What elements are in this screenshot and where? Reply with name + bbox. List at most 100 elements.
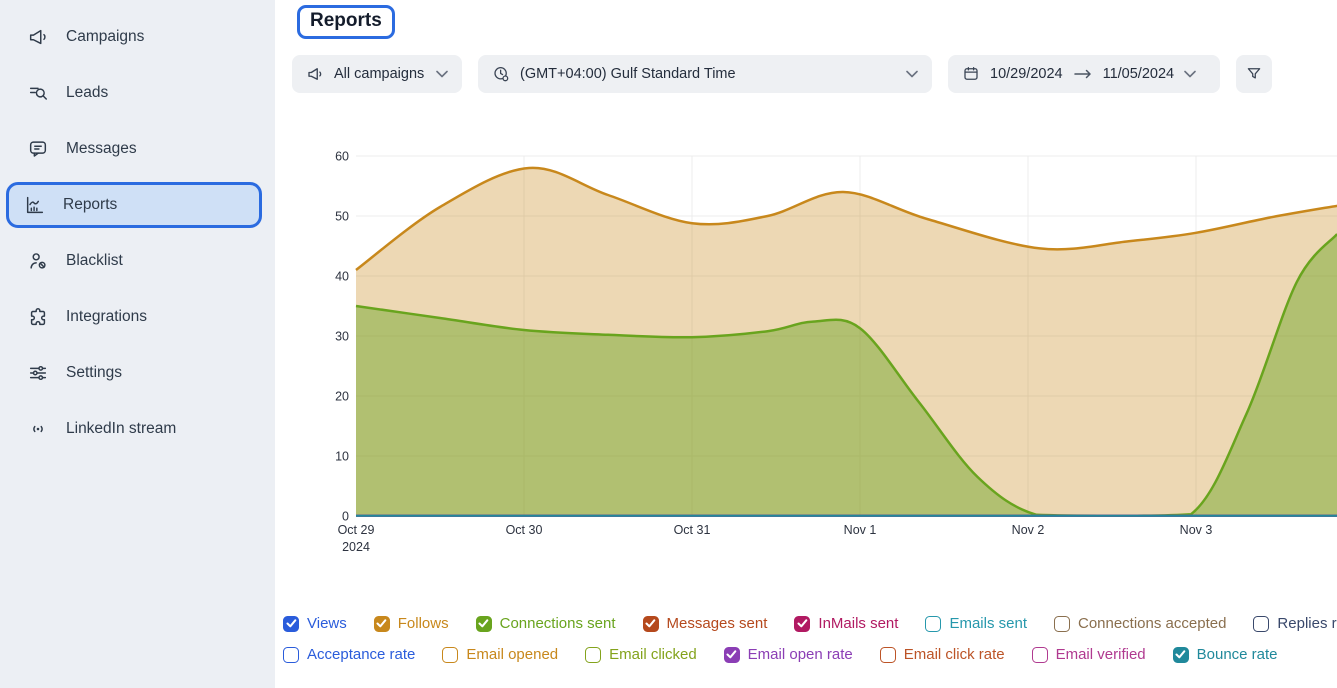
legend-checkbox[interactable]: [283, 616, 299, 632]
legend-item-email-open-rate[interactable]: Email open rate: [724, 646, 853, 663]
legend-row: Acceptance rate Email opened Email clicked…: [283, 646, 1337, 663]
legend-label: Email clicked: [609, 646, 697, 663]
sidebar-item-campaigns[interactable]: Campaigns: [0, 9, 275, 65]
legend-label: Follows: [398, 615, 449, 632]
legend-checkbox[interactable]: [643, 616, 659, 632]
sidebar-item-label: LinkedIn stream: [66, 420, 176, 438]
legend-item-replies-received[interactable]: Replies received: [1253, 615, 1337, 632]
legend-item-views[interactable]: Views: [283, 615, 347, 632]
sidebar-item-label: Integrations: [66, 308, 147, 326]
legend-checkbox[interactable]: [880, 647, 896, 663]
legend-checkbox[interactable]: [794, 616, 810, 632]
leads-search-icon: [27, 82, 49, 104]
legend-item-email-clicked[interactable]: Email clicked: [585, 646, 697, 663]
legend-label: Email verified: [1056, 646, 1146, 663]
legend-item-email-verified[interactable]: Email verified: [1032, 646, 1146, 663]
sidebar-item-blacklist[interactable]: Blacklist: [0, 233, 275, 289]
filter-funnel-button[interactable]: [1236, 55, 1272, 93]
y-tick-label: 40: [335, 270, 349, 284]
chart-svg: 0102030405060Oct 292024Oct 30Oct 31Nov 1…: [275, 140, 1337, 570]
puzzle-icon: [27, 306, 49, 328]
legend-item-messages-sent[interactable]: Messages sent: [643, 615, 768, 632]
y-tick-label: 0: [342, 510, 349, 524]
megaphone-icon: [306, 65, 324, 83]
legend-checkbox[interactable]: [1173, 647, 1189, 663]
timezone-label: (GMT+04:00) Gulf Standard Time: [520, 66, 896, 82]
check-icon: [1175, 650, 1186, 659]
y-tick-label: 30: [335, 330, 349, 344]
chevron-down-icon: [1184, 70, 1196, 78]
chevron-down-icon: [906, 70, 918, 78]
legend-item-acceptance-rate[interactable]: Acceptance rate: [283, 646, 415, 663]
sidebar-item-integrations[interactable]: Integrations: [0, 289, 275, 345]
sidebar-item-messages[interactable]: Messages: [0, 121, 275, 177]
arrow-right-icon: [1073, 68, 1093, 80]
y-tick-label: 50: [335, 210, 349, 224]
legend-row: Views Follows Connections sent Messages sen…: [283, 615, 1337, 632]
legend-label: Email click rate: [904, 646, 1005, 663]
sidebar-item-label: Blacklist: [66, 252, 123, 270]
legend-checkbox[interactable]: [925, 616, 941, 632]
y-tick-label: 20: [335, 390, 349, 404]
check-icon: [286, 619, 297, 628]
legend-label: Email open rate: [748, 646, 853, 663]
chart-legend: Views Follows Connections sent Messages sen…: [283, 615, 1337, 677]
x-tick-label: Oct 29: [338, 523, 375, 537]
date-range-picker[interactable]: 10/29/2024 11/05/2024: [948, 55, 1220, 93]
legend-item-connections-accepted[interactable]: Connections accepted: [1054, 615, 1226, 632]
y-tick-label: 60: [335, 150, 349, 164]
legend-item-connections-sent[interactable]: Connections sent: [476, 615, 616, 632]
check-icon: [478, 619, 489, 628]
check-icon: [645, 619, 656, 628]
timezone-select[interactable]: (GMT+04:00) Gulf Standard Time: [478, 55, 932, 93]
legend-item-email-opened[interactable]: Email opened: [442, 646, 558, 663]
legend-item-bounce-rate[interactable]: Bounce rate: [1173, 646, 1278, 663]
chevron-down-icon: [436, 70, 448, 78]
check-icon: [726, 650, 737, 659]
broadcast-icon: [27, 418, 49, 440]
x-tick-label: Oct 31: [674, 523, 711, 537]
date-start-value: 10/29/2024: [990, 66, 1063, 82]
sidebar-item-label: Campaigns: [66, 28, 144, 46]
legend-label: Email opened: [466, 646, 558, 663]
legend-checkbox[interactable]: [1032, 647, 1048, 663]
legend-checkbox[interactable]: [585, 647, 601, 663]
legend-checkbox[interactable]: [476, 616, 492, 632]
sidebar-item-linkedin-stream[interactable]: LinkedIn stream: [0, 401, 275, 457]
app-root: Campaigns Leads Messages Reports Blacklist In…: [0, 0, 1337, 688]
sidebar-item-settings[interactable]: Settings: [0, 345, 275, 401]
legend-item-email-click-rate[interactable]: Email click rate: [880, 646, 1005, 663]
campaigns-filter-dropdown[interactable]: All campaigns: [292, 55, 462, 93]
funnel-icon: [1245, 65, 1263, 83]
chart-report-icon: [24, 194, 46, 216]
sidebar-item-leads[interactable]: Leads: [0, 65, 275, 121]
legend-label: Messages sent: [667, 615, 768, 632]
legend-label: Emails sent: [949, 615, 1027, 632]
legend-label: Replies received: [1277, 615, 1337, 632]
campaigns-filter-label: All campaigns: [334, 66, 426, 82]
legend-item-inmails-sent[interactable]: InMails sent: [794, 615, 898, 632]
legend-label: Connections sent: [500, 615, 616, 632]
x-tick-label: Nov 1: [844, 523, 877, 537]
x-tick-label: Nov 3: [1180, 523, 1213, 537]
legend-checkbox[interactable]: [1054, 616, 1070, 632]
sidebar-item-reports[interactable]: Reports: [6, 182, 262, 228]
legend-label: InMails sent: [818, 615, 898, 632]
legend-item-follows[interactable]: Follows: [374, 615, 449, 632]
sliders-icon: [27, 362, 49, 384]
legend-checkbox[interactable]: [724, 647, 740, 663]
legend-label: Connections accepted: [1078, 615, 1226, 632]
legend-item-emails-sent[interactable]: Emails sent: [925, 615, 1027, 632]
sidebar-item-label: Settings: [66, 364, 122, 382]
sidebar-item-label: Messages: [66, 140, 137, 158]
check-icon: [376, 619, 387, 628]
check-icon: [797, 619, 808, 628]
megaphone-icon: [27, 26, 49, 48]
legend-checkbox[interactable]: [283, 647, 299, 663]
legend-checkbox[interactable]: [442, 647, 458, 663]
legend-checkbox[interactable]: [1253, 616, 1269, 632]
sidebar-item-label: Leads: [66, 84, 108, 102]
legend-checkbox[interactable]: [374, 616, 390, 632]
page-title: Reports: [297, 5, 395, 39]
calendar-icon: [962, 65, 980, 83]
